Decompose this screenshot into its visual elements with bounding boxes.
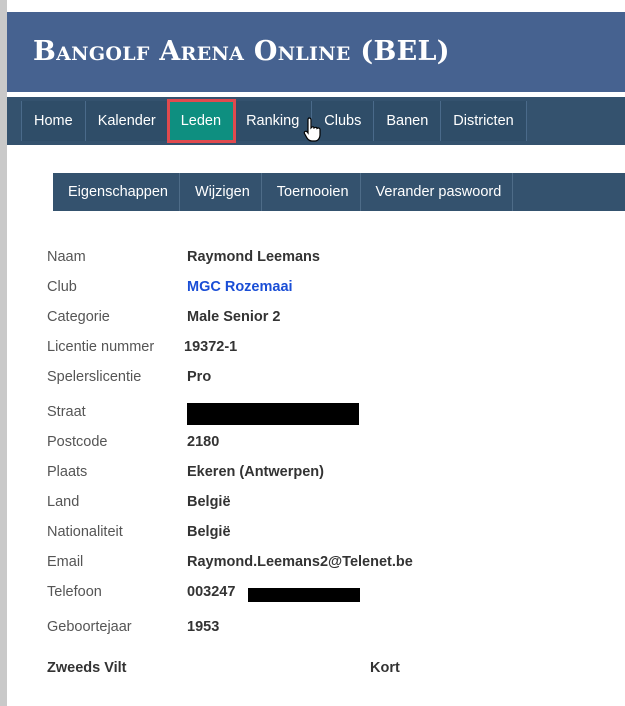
detail-value: Pro [187,369,212,385]
detail-label: Club [47,279,77,295]
site-header: Bangolf Arena Online (BEL) [7,12,625,92]
detail-value: België [187,494,231,510]
detail-value: Ekeren (Antwerpen) [187,464,324,480]
detail-value: 2180 [187,434,220,450]
detail-label: Naam [47,249,86,265]
hand-cursor-icon [303,117,321,142]
subnav-toernooien[interactable]: Toernooien [262,173,361,211]
nav-item-ranking[interactable]: Ranking [234,101,313,141]
subnav-eigenschappen[interactable]: Eigenschappen [53,173,180,211]
detail-label: Licentie nummer [47,339,155,355]
detail-label: Nationaliteit [47,524,123,540]
subnav-wijzigen[interactable]: Wijzigen [180,173,262,211]
nav-item-districten[interactable]: Districten [441,101,527,141]
club-link[interactable]: MGC Rozemaai [187,279,293,295]
page: Bangolf Arena Online (BEL) Home Kalender… [7,0,625,706]
nav-item-kalender[interactable]: Kalender [85,101,169,141]
detail-label: Plaats [47,464,88,480]
member-subnav: Eigenschappen Wijzigen Toernooien Verand… [53,173,625,211]
detail-value: België [187,524,231,540]
window-left-border [0,0,7,706]
detail-label: Geboortejaar [47,619,132,635]
detail-value: Male Senior 2 [187,309,281,325]
detail-label: Spelerslicentie [47,369,142,385]
detail-label: Telefoon [47,584,102,600]
detail-label: Categorie [47,309,110,325]
detail-value: 1953 [187,619,220,635]
redaction-box [187,403,359,425]
detail-label: Land [47,494,80,510]
redaction-box [248,588,360,602]
nav-item-banen[interactable]: Banen [374,101,442,141]
site-title[interactable]: Bangolf Arena Online (BEL) [33,36,450,67]
detail-value: 003247 [187,584,236,600]
section-zweeds-vilt: Zweeds Vilt [47,660,127,676]
section-kort: Kort [370,660,400,676]
detail-value: 19372-1 [184,339,238,355]
detail-value: Raymond Leemans [187,249,320,265]
nav-item-leden[interactable]: Leden [166,99,237,143]
detail-label: Postcode [47,434,108,450]
detail-label: Email [47,554,84,570]
nav-item-home[interactable]: Home [21,101,86,141]
detail-value: Raymond.Leemans2@Telenet.be [187,554,413,570]
detail-label: Straat [47,404,86,420]
subnav-verander-paswoord[interactable]: Verander paswoord [361,173,514,211]
